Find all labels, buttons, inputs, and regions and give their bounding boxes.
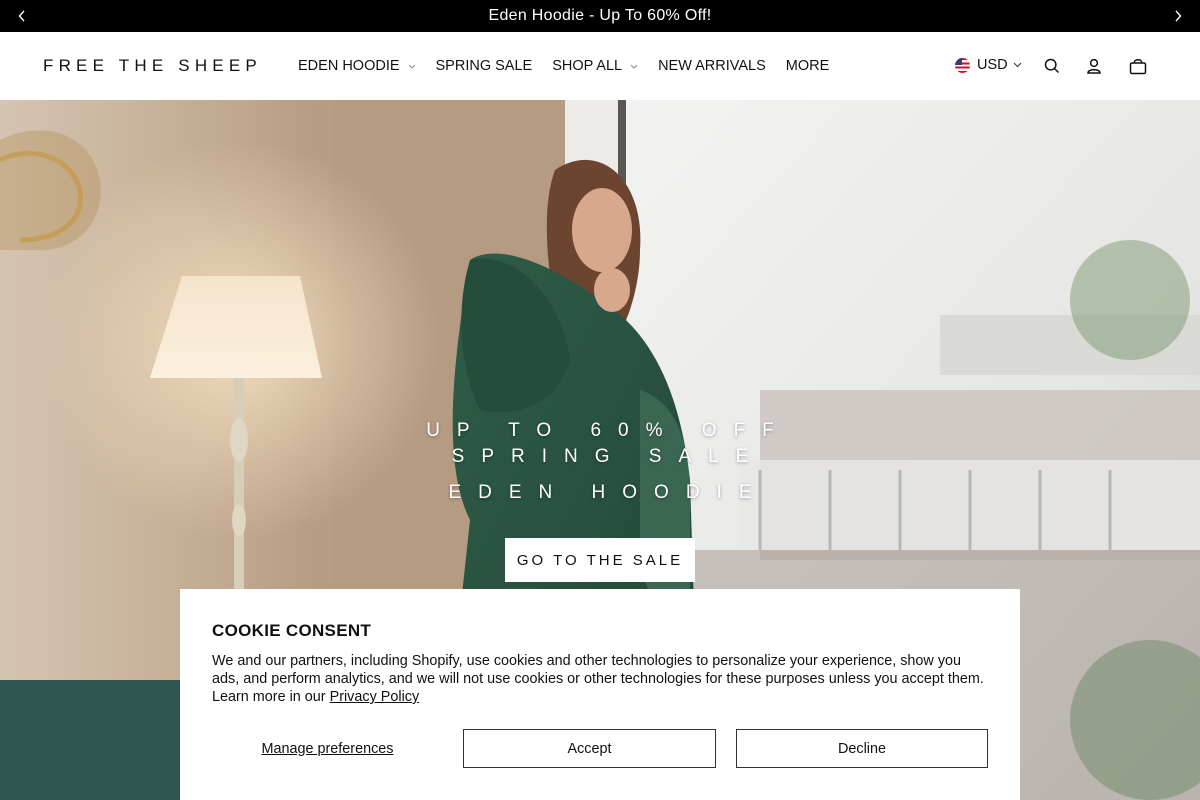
- hero-line-1: UP TO 60% OFF: [426, 420, 791, 441]
- cart-icon[interactable]: [1128, 56, 1148, 76]
- manage-preferences-link[interactable]: Manage preferences: [212, 729, 443, 768]
- cookie-consent-dialog: COOKIE CONSENT We and our partners, incl…: [180, 589, 1020, 800]
- us-flag-icon: [955, 57, 970, 73]
- nav-item-spring-sale[interactable]: SPRING SALE: [436, 58, 533, 74]
- search-icon[interactable]: [1042, 56, 1062, 76]
- cookie-body-text: We and our partners, including Shopify, …: [212, 653, 984, 705]
- nav-item-label: NEW ARRIVALS: [658, 58, 766, 74]
- chevron-down-icon: [408, 64, 416, 69]
- main-nav: EDEN HOODIE SPRING SALE SHOP ALL NEW ARR…: [298, 32, 849, 100]
- announcement-bar: Eden Hoodie - Up To 60% Off!: [0, 0, 1200, 32]
- currency-label: USD: [977, 57, 1008, 73]
- nav-item-label: SPRING SALE: [435, 58, 533, 74]
- chevron-down-icon: [1013, 62, 1022, 68]
- nav-item-shop-all[interactable]: SHOP ALL: [552, 58, 638, 74]
- cookie-body: We and our partners, including Shopify, …: [212, 652, 988, 706]
- site-header: FREE THE SHEEP EDEN HOODIE SPRING SALE S…: [0, 32, 1200, 100]
- account-icon[interactable]: [1084, 56, 1104, 76]
- decline-button[interactable]: Decline: [736, 729, 988, 768]
- nav-item-more[interactable]: MORE: [786, 58, 830, 74]
- privacy-policy-link[interactable]: Privacy Policy: [330, 689, 420, 705]
- chevron-down-icon: [630, 64, 638, 69]
- nav-item-new-arrivals[interactable]: NEW ARRIVALS: [658, 58, 766, 74]
- hero-headline: UP TO 60% OFF SPRING SALE: [0, 418, 1200, 470]
- hero-subheadline: EDEN HOODIE: [448, 482, 769, 503]
- cookie-title: COOKIE CONSENT: [212, 621, 372, 640]
- announcement-text[interactable]: Eden Hoodie - Up To 60% Off!: [0, 0, 1200, 32]
- nav-item-label: MORE: [785, 58, 830, 74]
- hero-line-2: SPRING SALE: [451, 446, 766, 467]
- currency-selector[interactable]: USD: [955, 57, 1022, 73]
- nav-item-label: EDEN HOODIE: [298, 58, 400, 74]
- chevron-right-icon[interactable]: [1170, 8, 1186, 24]
- nav-item-label: SHOP ALL: [552, 58, 623, 74]
- nav-item-eden-hoodie[interactable]: EDEN HOODIE: [298, 58, 416, 74]
- go-to-sale-button[interactable]: GO TO THE SALE: [505, 538, 695, 582]
- cookie-actions: Manage preferences Accept Decline: [212, 729, 988, 768]
- accept-button[interactable]: Accept: [463, 729, 716, 768]
- logo[interactable]: FREE THE SHEEP: [43, 56, 262, 76]
